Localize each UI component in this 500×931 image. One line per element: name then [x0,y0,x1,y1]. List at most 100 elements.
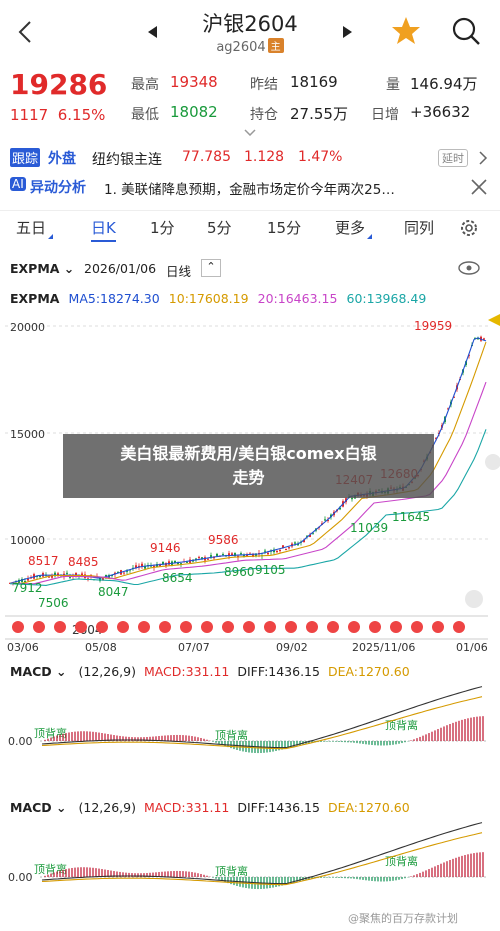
tab-daily-k[interactable]: 日K [91,217,116,242]
signal-dot [453,621,465,633]
price-label: 9105 [255,563,286,577]
collapse-up-icon[interactable]: ⌃ [201,259,221,277]
zero-label: 0.00 [8,735,33,748]
x-tick-label: 01/06 [456,641,488,654]
last-price: 19286 [10,68,108,101]
macd-selector[interactable]: MACD ⌄ [10,664,67,679]
signal-dot [75,621,87,633]
candle-body [276,550,278,553]
signal-dot [243,621,255,633]
signal-dot [369,621,381,633]
x-tick-label: 05/08 [85,641,117,654]
legend-indicator: EXPMA [10,291,60,306]
settings-gear-icon[interactable] [458,217,480,239]
refresh-icon[interactable] [465,590,483,608]
next-contract-icon[interactable] [342,26,352,38]
candle-body [207,558,209,560]
close-icon[interactable] [470,178,488,196]
price-change: 1117 6.15% [10,106,106,124]
ai-badge: AI [10,177,26,191]
open-interest-value: 27.55万 [290,105,348,123]
candle-body [264,550,266,552]
external-change: 1.128 [244,149,285,165]
macd-chart-1[interactable]: 0.00 顶背离 顶背离 顶背离 [0,682,500,790]
watermark: @聚焦的百万存款计划 [348,912,458,925]
tab-5min[interactable]: 5分 [207,217,232,238]
candle-body [294,542,296,544]
external-market-row[interactable]: 跟踪 外盘 纽约银主连 77.785 1.128 1.47% 延时 [0,145,500,173]
dea-value: DEA:1270.60 [327,664,410,679]
signal-dot [54,621,66,633]
macd-value: MACD:331.11 [143,800,230,815]
macd-legend-2: MACD ⌄ (12,26,9) MACD:331.11 DIFF:1436.1… [10,800,500,815]
volume-value: 146.94万 [410,75,478,93]
signal-dot [348,621,360,633]
track-badge: 跟踪 [10,148,41,167]
dea-value: DEA:1270.60 [327,800,410,815]
price-label: 8485 [68,555,99,569]
chart-period: 日线 [166,264,192,279]
candle-body [198,556,200,558]
legend-ma20: 20:16463.15 [257,291,338,306]
legend-ma10: 10:17608.19 [168,291,249,306]
price-label: 7506 [38,596,69,610]
tab-1min[interactable]: 1分 [150,217,175,238]
signal-dots-group [12,621,465,633]
prev-settle-value: 18169 [290,73,338,91]
candle-body [483,338,485,340]
candle-body [210,555,212,557]
signal-dot [96,621,108,633]
x-tick-label: 03/06 [7,641,39,654]
legend-ma5: MA5:18274.30 [68,291,160,306]
zero-label: 0.00 [8,871,33,884]
external-price: 77.785 [182,149,231,165]
chevron-right-icon[interactable] [479,151,488,165]
y-tick-label: 20000 [10,321,45,334]
external-pct: 1.47% [298,149,343,165]
divergence-label: 顶背离 [385,718,418,732]
signal-dot [327,621,339,633]
macd-value: MACD:331.11 [143,664,230,679]
tab-five-day[interactable]: 五日 [16,217,54,239]
price-label: 9146 [150,541,181,555]
expand-chevron-icon[interactable] [244,129,256,136]
tab-15min[interactable]: 15分 [267,217,301,238]
candle-body [66,572,68,574]
y-tick-label: 10000 [10,534,45,547]
candle-body [240,553,242,555]
top-bar: 沪银2604 ag2604 主 [0,0,500,64]
signal-dot [12,621,24,633]
last-price-marker-icon [488,314,500,326]
overlay-line-2: 走势 [232,468,265,487]
signal-dot [390,621,402,633]
candle-body [324,519,326,521]
diff-value: DIFF:1436.15 [237,664,320,679]
tab-more[interactable]: 更多 [335,217,373,239]
prev-settle-label: 昨结 [250,77,278,93]
contract-code: ag2604 主 [0,38,500,55]
chart-scroll-right-icon[interactable] [485,454,500,470]
macd-selector[interactable]: MACD ⌄ [10,800,67,815]
ai-news-row[interactable]: AI 异动分析 1. 美联储降息预期，金融市场定价今年两次25… [0,174,500,202]
search-icon[interactable] [452,17,482,47]
eye-icon[interactable] [458,261,480,275]
signal-dot [285,621,297,633]
x-tick-label: 09/02 [276,641,308,654]
price-label: 11645 [392,510,430,524]
legend-ma60: 60:13968.49 [346,291,427,306]
price-label: 8654 [162,571,193,585]
high-label: 最高 [131,77,159,93]
divergence-label: 顶背离 [215,728,248,742]
macd-legend-1: MACD ⌄ (12,26,9) MACD:331.11 DIFF:1436.1… [10,664,500,679]
macd-params: (12,26,9) [78,800,136,815]
candle-body [267,552,269,555]
tab-same-list[interactable]: 同列 [404,217,434,238]
star-icon[interactable] [391,16,421,46]
main-contract-badge: 主 [267,38,284,53]
signal-dot [432,621,444,633]
signal-dot [159,621,171,633]
news-text: 1. 美联储降息预期，金融市场定价今年两次25… [104,182,395,198]
page-title: 沪银2604 [202,12,298,36]
signal-dot [411,621,423,633]
indicator-selector[interactable]: EXPMA ⌄ [10,261,74,276]
